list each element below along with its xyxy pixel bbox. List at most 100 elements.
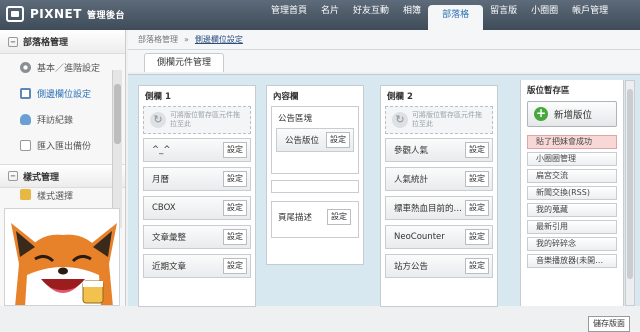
widget-item[interactable]: 公告版位 設定: [276, 128, 354, 152]
storage-title: 版位暫存區: [527, 86, 570, 96]
brand-name: PIXNET: [30, 7, 82, 21]
nav-album[interactable]: 相簿: [396, 0, 428, 30]
logo-mark-icon: [6, 6, 24, 22]
widget-label: 月曆: [152, 175, 170, 185]
widget-label: 公告版位: [285, 136, 320, 146]
widget-label: 標車熱血目前的…: [394, 204, 463, 214]
storage-item[interactable]: 新聞交換(RSS): [527, 186, 617, 200]
widget-label: 人氣統計: [394, 175, 429, 185]
sidebar-item-label: 樣式選擇: [37, 192, 74, 200]
nav-guestbook[interactable]: 留言版: [483, 0, 524, 30]
sidebar-item-label: 拜訪紀錄: [37, 115, 74, 126]
widget-label: 文章彙整: [152, 233, 187, 243]
tab-widget-management[interactable]: 側欄元件管理: [144, 53, 225, 72]
settings-button[interactable]: 設定: [465, 229, 489, 245]
document-icon: [20, 139, 31, 151]
widget-label: 站方公告: [394, 262, 429, 272]
settings-button[interactable]: 設定: [465, 200, 489, 216]
scrollbar-thumb[interactable]: [627, 89, 633, 279]
breadcrumb: 部落格管理 » 側邊欄位設定: [128, 30, 640, 50]
settings-button[interactable]: 設定: [223, 258, 247, 274]
widget-item[interactable]: 文章彙整 設定: [143, 225, 251, 249]
announce-block: 公告區塊 公告版位 設定: [271, 106, 359, 174]
column-sidebar-2: 側欄 2 ↻ 可將版位暫存區元件拖拉至此 參觀人氣 設定 人氣統計 設定 標車熱血目…: [380, 85, 498, 307]
sidebar-item-backup[interactable]: 匯入匯出備份: [0, 132, 125, 158]
storage-scrollbar[interactable]: [625, 80, 635, 306]
fox-mascot-illustration: [4, 208, 120, 306]
scrollbar-thumb[interactable]: [114, 84, 121, 144]
widget-label: CBOX: [152, 203, 176, 213]
main-panel: 部落格管理 » 側邊欄位設定 側欄元件管理 側欄 1 ↻ 可將版位暫存區元件拖拉…: [128, 30, 640, 332]
settings-button[interactable]: 設定: [223, 142, 247, 158]
storage-item[interactable]: 音樂播放器(未開…: [527, 254, 617, 268]
widget-label: ^_^: [152, 145, 171, 155]
widget-storage-panel: 版位暫存區 + 新增版位 貼了把妹會成功 小圈圈管理 扁宮交流 新聞交換(RSS…: [520, 80, 624, 306]
storage-item[interactable]: 小圈圈管理: [527, 152, 617, 166]
widget-item[interactable]: 近期文章 設定: [143, 254, 251, 278]
widget-item[interactable]: 標車熱血目前的… 設定: [385, 196, 493, 220]
widget-item[interactable]: CBOX 設定: [143, 196, 251, 220]
settings-button[interactable]: 設定: [327, 209, 351, 225]
widget-item[interactable]: 參觀人氣 設定: [385, 138, 493, 162]
main-nav: 管理首頁 名片 好友互動 相簿 部落格 留言版 小圈圈 帳戶管理: [264, 0, 615, 30]
tab-strip: 側欄元件管理: [128, 50, 640, 72]
nav-profile-card[interactable]: 名片: [314, 0, 346, 30]
drag-arrow-icon: ↻: [392, 112, 408, 128]
settings-button[interactable]: 設定: [465, 142, 489, 158]
sidebar-item-label: 側邊欄位設定: [37, 89, 92, 100]
sidebar-item-label: 基本／進階設定: [37, 63, 101, 74]
sidebar-item-style-select[interactable]: 樣式選擇: [0, 188, 125, 200]
widget-item[interactable]: 站方公告 設定: [385, 254, 493, 278]
gear-icon: [20, 61, 31, 73]
sidebar-item-basic-settings[interactable]: 基本／進階設定: [0, 54, 125, 80]
widget-item[interactable]: ^_^ 設定: [143, 138, 251, 162]
breadcrumb-separator: »: [184, 35, 189, 44]
drop-zone[interactable]: ↻ 可將版位暫存區元件拖拉至此: [143, 106, 251, 134]
widget-item[interactable]: 人氣統計 設定: [385, 167, 493, 191]
storage-item[interactable]: 貼了把妹會成功: [527, 135, 617, 149]
widget-item[interactable]: 月曆 設定: [143, 167, 251, 191]
nav-friends[interactable]: 好友互動: [346, 0, 396, 30]
column-title: 側欄 1: [145, 92, 171, 102]
breadcrumb-parent[interactable]: 部落格管理: [138, 34, 178, 45]
nav-groups[interactable]: 小圈圈: [524, 0, 565, 30]
drop-hint: 可將版位暫存區元件拖拉至此: [170, 111, 240, 128]
storage-item[interactable]: 最新引用: [527, 220, 617, 234]
settings-button[interactable]: 設定: [223, 171, 247, 187]
sidebar-scrollbar[interactable]: [112, 70, 122, 228]
drag-arrow-icon: ↻: [150, 112, 166, 128]
collapse-icon: −: [8, 171, 18, 181]
column-content: 內容欄 公告區塊 公告版位 設定 頁尾描述 設定: [266, 85, 364, 265]
pixnet-logo[interactable]: PIXNET 管理後台: [6, 5, 125, 23]
drop-zone[interactable]: ↻ 可將版位暫存區元件拖拉至此: [385, 106, 493, 134]
nav-blog[interactable]: 部落格: [428, 5, 484, 30]
storage-item[interactable]: 我的碎碎念: [527, 237, 617, 251]
nav-account[interactable]: 帳戶管理: [565, 0, 615, 30]
settings-button[interactable]: 設定: [223, 200, 247, 216]
sidebar-item-visit-log[interactable]: 拜訪紀錄: [0, 106, 125, 132]
settings-button[interactable]: 設定: [223, 229, 247, 245]
plus-icon: +: [534, 106, 548, 121]
add-widget-button[interactable]: + 新增版位: [527, 101, 617, 127]
save-layout-button[interactable]: 儲存版面: [588, 316, 630, 332]
settings-button[interactable]: 設定: [465, 258, 489, 274]
top-bar: PIXNET 管理後台 管理首頁 名片 好友互動 相簿 部落格 留言版 小圈圈 …: [0, 0, 640, 30]
sidebar-section-label: 樣式管理: [23, 172, 60, 183]
widget-item[interactable]: NeoCounter 設定: [385, 225, 493, 249]
storage-item[interactable]: 扁宮交流: [527, 169, 617, 183]
sidebar-section-style[interactable]: − 樣式管理: [0, 164, 125, 188]
add-widget-label: 新增版位: [554, 110, 593, 121]
widget-item[interactable]: 頁尾描述 設定: [276, 205, 354, 229]
sidebar-section-label: 部落格管理: [23, 38, 69, 48]
widget-label: 近期文章: [152, 262, 187, 272]
footprint-icon: [20, 113, 31, 125]
drop-hint: 可將版位暫存區元件拖拉至此: [412, 111, 482, 128]
palette-icon: [20, 189, 31, 200]
storage-item[interactable]: 我的蒐藏: [527, 203, 617, 217]
sidebar-section-blog[interactable]: − 部落格管理: [0, 30, 125, 54]
nav-home[interactable]: 管理首頁: [264, 0, 314, 30]
settings-button[interactable]: 設定: [326, 132, 350, 148]
breadcrumb-current[interactable]: 側邊欄位設定: [195, 34, 243, 45]
sidebar-item-sidebar-settings[interactable]: 側邊欄位設定: [0, 80, 125, 106]
settings-button[interactable]: 設定: [465, 171, 489, 187]
